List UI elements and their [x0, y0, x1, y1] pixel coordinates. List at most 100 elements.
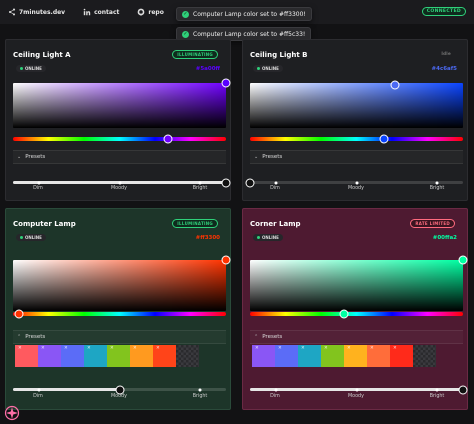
- status-badge: ILLUMINATING: [172, 50, 218, 59]
- remove-icon[interactable]: ✕: [18, 346, 22, 351]
- presets-toggle[interactable]: ⌄ Presets: [13, 150, 226, 164]
- remove-icon[interactable]: ✕: [370, 346, 374, 351]
- preset-swatch[interactable]: ✕: [38, 345, 61, 367]
- preset-swatch[interactable]: ✕: [15, 345, 38, 367]
- brightness-stop: [274, 388, 278, 391]
- remove-icon[interactable]: ✕: [133, 346, 137, 351]
- contact-link-label: contact: [94, 8, 120, 16]
- preset-swatch[interactable]: ✕: [153, 345, 176, 367]
- light-name: Computer Lamp: [13, 220, 76, 228]
- light-card-ceiling-light-b: Ceiling Light B Idle ONLINE #4c6af5 ⌄ Pre…: [242, 39, 468, 201]
- remove-icon[interactable]: ✕: [347, 346, 351, 351]
- brightness-knob[interactable]: [115, 385, 124, 394]
- brightness-label-moody: Moody: [348, 394, 364, 399]
- online-dot-icon: [20, 236, 23, 239]
- online-label: ONLINE: [25, 235, 42, 240]
- saturation-knob[interactable]: [221, 255, 231, 265]
- chevron-down-icon: ⌄: [17, 154, 22, 160]
- toast-message: Computer Lamp color set to #ff3300!: [193, 10, 306, 18]
- preset-swatch[interactable]: ✕: [84, 345, 107, 367]
- remove-icon[interactable]: ✕: [278, 346, 282, 351]
- online-badge: ONLINE: [253, 234, 283, 241]
- remove-icon[interactable]: ✕: [324, 346, 328, 351]
- presets-toggle[interactable]: ⌄ Presets: [250, 150, 463, 164]
- saturation-knob[interactable]: [458, 255, 468, 265]
- preset-swatch[interactable]: ✕: [275, 345, 298, 367]
- brightness-label-dim: Dim: [33, 186, 43, 191]
- preset-swatch[interactable]: ✕: [252, 345, 275, 367]
- preset-swatch[interactable]: ✕: [107, 345, 130, 367]
- online-dot-icon: [257, 67, 260, 70]
- hue-slider[interactable]: [13, 309, 226, 319]
- brightness-stop: [37, 388, 41, 391]
- presets-toggle[interactable]: ⌃ Presets: [250, 330, 463, 344]
- saturation-knob[interactable]: [221, 78, 231, 88]
- toast-message: Computer Lamp color set to #ff5c33!: [193, 30, 306, 38]
- repo-link-label: repo: [148, 8, 164, 16]
- site-link[interactable]: 7minutes.dev: [8, 8, 65, 16]
- remove-icon[interactable]: ✕: [87, 346, 91, 351]
- preset-swatch[interactable]: ✕: [61, 345, 84, 367]
- preset-swatches: ✕ ✕ ✕ ✕ ✕ ✕ ✕: [15, 345, 199, 367]
- preset-swatch[interactable]: ✕: [321, 345, 344, 367]
- saturation-picker[interactable]: [250, 80, 463, 128]
- light-card-ceiling-light-a: Ceiling Light A ILLUMINATING ONLINE #5a0…: [5, 39, 231, 201]
- preset-swatch[interactable]: ✕: [367, 345, 390, 367]
- brightness-slider[interactable]: [13, 178, 231, 187]
- hue-slider[interactable]: [13, 134, 226, 144]
- add-preset-slot[interactable]: [176, 345, 199, 367]
- brightness-knob[interactable]: [221, 178, 231, 187]
- share-icon: [8, 8, 16, 16]
- remove-icon[interactable]: ✕: [64, 346, 68, 351]
- linkedin-icon: [83, 8, 91, 16]
- toast-notification[interactable]: ✓ Computer Lamp color set to #ff3300!: [176, 7, 312, 21]
- remove-icon[interactable]: ✕: [41, 346, 45, 351]
- brightness-stop: [355, 388, 358, 391]
- app-logo-icon[interactable]: [4, 405, 20, 421]
- hue-knob[interactable]: [339, 309, 349, 319]
- preset-swatch[interactable]: ✕: [390, 345, 413, 367]
- remove-icon[interactable]: ✕: [301, 346, 305, 351]
- presets-toggle[interactable]: ⌃ Presets: [13, 330, 226, 344]
- saturation-picker[interactable]: [13, 78, 231, 128]
- remove-icon[interactable]: ✕: [110, 346, 114, 351]
- hue-slider[interactable]: [250, 309, 463, 319]
- light-name: Ceiling Light A: [13, 51, 71, 59]
- brightness-knob[interactable]: [458, 385, 468, 394]
- chevron-down-icon: ⌄: [254, 154, 259, 160]
- light-name: Corner Lamp: [250, 220, 301, 228]
- brightness-slider[interactable]: [245, 178, 463, 187]
- brightness-slider[interactable]: [250, 385, 468, 394]
- hue-knob[interactable]: [379, 134, 389, 144]
- repo-link[interactable]: repo: [137, 8, 164, 16]
- brightness-stop: [198, 181, 202, 184]
- hex-value: #ff3300: [195, 235, 220, 241]
- saturation-picker[interactable]: [250, 255, 468, 311]
- hex-value: #00ffa2: [432, 235, 457, 241]
- saturation-knob[interactable]: [390, 80, 400, 90]
- brightness-fill: [13, 388, 120, 391]
- brightness-stop: [355, 181, 358, 184]
- brightness-knob[interactable]: [245, 178, 255, 187]
- preset-swatch[interactable]: ✕: [130, 345, 153, 367]
- brightness-label-dim: Dim: [33, 394, 43, 399]
- brightness-stop: [274, 181, 278, 184]
- hue-knob[interactable]: [163, 134, 173, 144]
- preset-swatch[interactable]: ✕: [344, 345, 367, 367]
- presets-label: Presets: [25, 334, 46, 340]
- hue-slider[interactable]: [250, 134, 463, 144]
- brightness-slider[interactable]: [13, 385, 226, 394]
- light-card-computer-lamp: Computer Lamp ILLUMINATING ONLINE #ff330…: [5, 208, 231, 410]
- remove-icon[interactable]: ✕: [255, 346, 259, 351]
- hue-knob[interactable]: [14, 309, 24, 319]
- remove-icon[interactable]: ✕: [393, 346, 397, 351]
- remove-icon[interactable]: ✕: [156, 346, 160, 351]
- brightness-stop: [198, 388, 202, 391]
- light-card-corner-lamp: Corner Lamp RATE LIMITED ONLINE #00ffa2 …: [242, 208, 468, 410]
- preset-swatch[interactable]: ✕: [298, 345, 321, 367]
- add-preset-slot[interactable]: [413, 345, 436, 367]
- contact-link[interactable]: contact: [83, 8, 119, 16]
- saturation-picker[interactable]: [13, 255, 231, 311]
- check-circle-icon: ✓: [182, 30, 189, 38]
- github-icon: [138, 8, 145, 16]
